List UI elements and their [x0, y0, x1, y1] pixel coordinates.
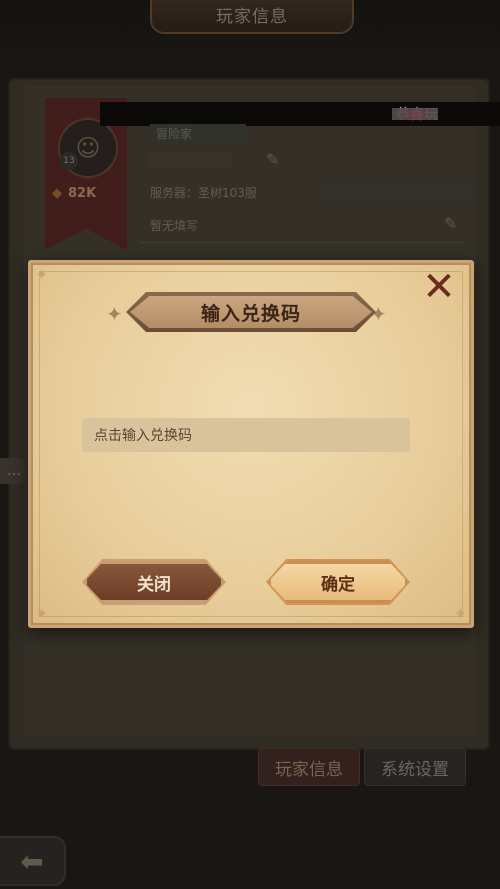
corner-ornament-icon: ✦ — [35, 604, 49, 623]
corner-ornament-icon: ✦ — [35, 265, 49, 284]
redeem-code-input[interactable]: 点击输入兑换码 — [82, 418, 410, 452]
close-button[interactable]: 关闭 — [84, 561, 224, 603]
confirm-button[interactable]: 确定 — [268, 561, 408, 603]
left-ornament-icon: ✦ — [106, 302, 123, 326]
close-icon[interactable]: ✕ — [420, 267, 458, 307]
dialog-title: 输入兑换码 — [130, 296, 372, 328]
corner-ornament-icon: ✦ — [453, 604, 467, 623]
